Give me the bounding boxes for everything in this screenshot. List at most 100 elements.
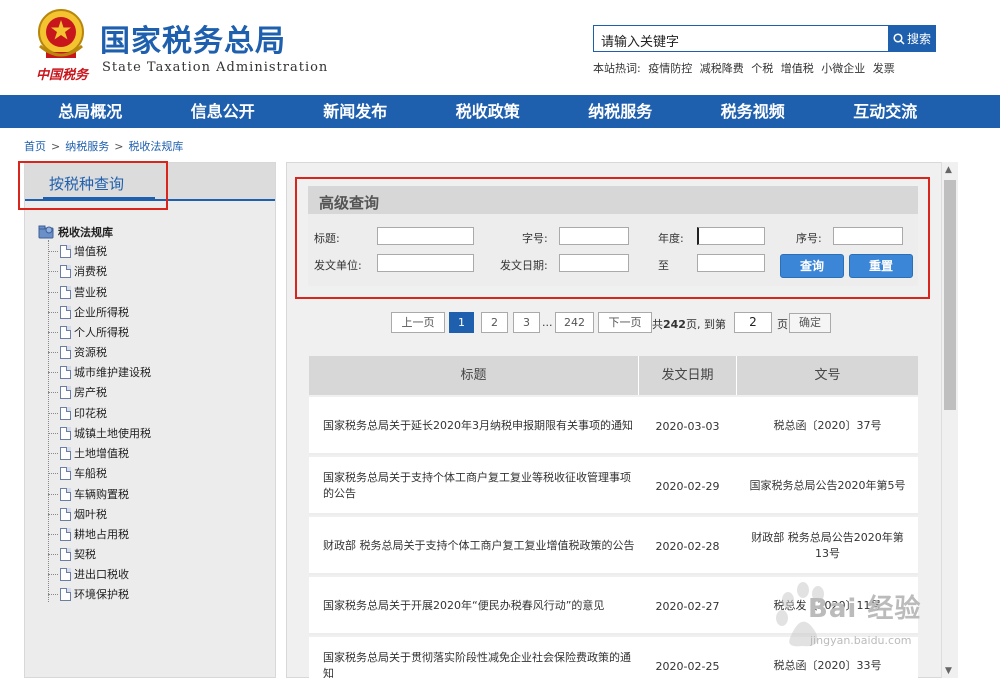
site-title[interactable]: 国家税务总局 bbox=[100, 16, 286, 60]
tree-item[interactable]: 耕地占用税 bbox=[48, 524, 129, 544]
nav-item-policy[interactable]: 税收政策 bbox=[422, 95, 555, 128]
hotwords-label: 本站热词: bbox=[593, 62, 641, 75]
hotwords: 本站热词: 疫情防控 减税降费 个税 增值税 小微企业 发票 bbox=[593, 60, 899, 76]
table-row[interactable]: 财政部 税务总局关于支持个体工商户复工复业增值税政策的公告 2020-02-28… bbox=[309, 517, 918, 575]
tree-item[interactable]: 进出口税收 bbox=[48, 564, 129, 584]
nav-item-news[interactable]: 新闻发布 bbox=[289, 95, 422, 128]
label-to: 至 bbox=[658, 259, 669, 272]
nav-item-overview[interactable]: 总局概况 bbox=[24, 95, 157, 128]
search-input[interactable]: 请输入关键字 bbox=[593, 25, 889, 52]
breadcrumb: 首页 > 纳税服务 > 税收法规库 bbox=[24, 138, 183, 154]
table-row[interactable]: 国家税务总局关于延长2020年3月纳税申报期限有关事项的通知 2020-03-0… bbox=[309, 397, 918, 455]
site-header: 中国税务 国家税务总局 State Taxation Administratio… bbox=[0, 0, 1000, 95]
document-icon bbox=[60, 365, 71, 379]
nav-item-service[interactable]: 纳税服务 bbox=[554, 95, 687, 128]
nav-item-video[interactable]: 税务视频 bbox=[687, 95, 820, 128]
row-title[interactable]: 国家税务总局关于支持个体工商户复工复业等税收征收管理事项的公告 bbox=[323, 457, 635, 515]
row-date: 2020-02-28 bbox=[655, 539, 720, 553]
page-button-1[interactable]: 1 bbox=[449, 312, 474, 333]
tree-item[interactable]: 营业税 bbox=[48, 282, 107, 302]
brand-script: 中国税务 bbox=[36, 68, 89, 83]
tree-item[interactable]: 企业所得税 bbox=[48, 302, 129, 322]
tree-item[interactable]: 环境保护税 bbox=[48, 584, 129, 604]
tree-item[interactable]: 消费税 bbox=[48, 261, 107, 281]
reset-button[interactable]: 重置 bbox=[849, 254, 913, 278]
hotword-link[interactable]: 减税降费 bbox=[700, 62, 744, 75]
document-icon bbox=[60, 507, 71, 521]
document-icon bbox=[60, 527, 71, 541]
tree-item[interactable]: 房产税 bbox=[48, 382, 107, 402]
date-from-input[interactable] bbox=[559, 254, 629, 272]
tree-item[interactable]: 契税 bbox=[48, 544, 96, 564]
tree-item-label: 资源税 bbox=[74, 346, 107, 359]
national-emblem-icon bbox=[38, 9, 84, 58]
tree-item-label: 车辆购置税 bbox=[74, 488, 129, 501]
year-input[interactable] bbox=[697, 227, 765, 245]
hotword-link[interactable]: 小微企业 bbox=[821, 62, 865, 75]
column-header-title[interactable]: 标题 bbox=[309, 356, 638, 395]
hotword-link[interactable]: 发票 bbox=[873, 62, 895, 75]
tree-item-label: 车船税 bbox=[74, 467, 107, 480]
scroll-up-icon[interactable]: ▲ bbox=[945, 165, 952, 175]
tree-item[interactable]: 车船税 bbox=[48, 463, 107, 483]
tree-item-label: 房产税 bbox=[74, 386, 107, 399]
label-title: 标题: bbox=[314, 232, 340, 245]
tree-item[interactable]: 增值税 bbox=[48, 241, 107, 261]
page-total: 共242页, 到第 bbox=[652, 316, 726, 332]
query-button[interactable]: 查询 bbox=[780, 254, 844, 278]
nav-item-disclosure[interactable]: 信息公开 bbox=[157, 95, 290, 128]
row-title[interactable]: 国家税务总局关于开展2020年“便民办税春风行动”的意见 bbox=[323, 577, 635, 635]
table-row[interactable]: 国家税务总局关于支持个体工商户复工复业等税收征收管理事项的公告 2020-02-… bbox=[309, 457, 918, 515]
row-title[interactable]: 国家税务总局关于贯彻落实阶段性减免企业社会保险费政策的通知 bbox=[323, 637, 635, 678]
hotword-link[interactable]: 增值税 bbox=[781, 62, 814, 75]
tree-root-label: 税收法规库 bbox=[58, 226, 113, 239]
row-date: 2020-02-27 bbox=[655, 599, 720, 613]
issuing-unit-input[interactable] bbox=[377, 254, 474, 272]
row-docno: 税总函〔2020〕37号 bbox=[773, 419, 882, 432]
serial-input[interactable] bbox=[833, 227, 903, 245]
tree-item[interactable]: 个人所得税 bbox=[48, 322, 129, 342]
page-button-2[interactable]: 2 bbox=[481, 312, 508, 333]
document-icon bbox=[60, 426, 71, 440]
search-button[interactable]: 搜索 bbox=[888, 25, 936, 52]
tree-root[interactable]: 税收法规库 bbox=[38, 224, 113, 240]
page-button-3[interactable]: 3 bbox=[513, 312, 540, 333]
tree-item-label: 增值税 bbox=[74, 245, 107, 258]
breadcrumb-current[interactable]: 税收法规库 bbox=[128, 140, 183, 153]
row-date: 2020-03-03 bbox=[655, 419, 720, 433]
nav-item-interaction[interactable]: 互动交流 bbox=[819, 95, 952, 128]
next-page-button[interactable]: 下一页 bbox=[598, 312, 652, 333]
scroll-thumb[interactable] bbox=[944, 180, 956, 410]
search-button-label: 搜索 bbox=[906, 32, 931, 46]
zihao-input[interactable] bbox=[559, 227, 629, 245]
page-button-last[interactable]: 242 bbox=[555, 312, 594, 333]
date-to-input[interactable] bbox=[697, 254, 765, 272]
goto-page-input[interactable]: 2 bbox=[734, 312, 772, 333]
tree-item[interactable]: 土地增值税 bbox=[48, 443, 129, 463]
tree-item-label: 烟叶税 bbox=[74, 508, 107, 521]
title-input[interactable] bbox=[377, 227, 474, 245]
tree-item-label: 土地增值税 bbox=[74, 447, 129, 460]
goto-confirm-button[interactable]: 确定 bbox=[789, 313, 831, 333]
document-icon bbox=[60, 567, 71, 581]
tree-item[interactable]: 城镇土地使用税 bbox=[48, 423, 151, 443]
prev-page-button[interactable]: 上一页 bbox=[391, 312, 445, 333]
tree-item[interactable]: 印花税 bbox=[48, 403, 107, 423]
hotword-link[interactable]: 个税 bbox=[751, 62, 773, 75]
tree-item[interactable]: 烟叶税 bbox=[48, 504, 107, 524]
row-title[interactable]: 国家税务总局关于延长2020年3月纳税申报期限有关事项的通知 bbox=[323, 397, 635, 455]
row-docno: 国家税务总局公告2020年第5号 bbox=[749, 479, 906, 492]
document-icon bbox=[60, 547, 71, 561]
breadcrumb-service[interactable]: 纳税服务 bbox=[65, 140, 109, 153]
tree-item[interactable]: 城市维护建设税 bbox=[48, 362, 151, 382]
tree-item[interactable]: 车辆购置税 bbox=[48, 484, 129, 504]
tree-item[interactable]: 资源税 bbox=[48, 342, 107, 362]
total-suffix: 页, 到第 bbox=[685, 318, 726, 331]
column-header-docno[interactable]: 文号 bbox=[737, 356, 918, 395]
row-docno: 财政部 税务总局公告2020年第13号 bbox=[751, 531, 904, 560]
row-title[interactable]: 财政部 税务总局关于支持个体工商户复工复业增值税政策的公告 bbox=[323, 517, 635, 575]
breadcrumb-home[interactable]: 首页 bbox=[24, 140, 46, 153]
tree-item-label: 营业税 bbox=[74, 286, 107, 299]
column-header-date[interactable]: 发文日期 bbox=[639, 356, 736, 395]
hotword-link[interactable]: 疫情防控 bbox=[648, 62, 692, 75]
